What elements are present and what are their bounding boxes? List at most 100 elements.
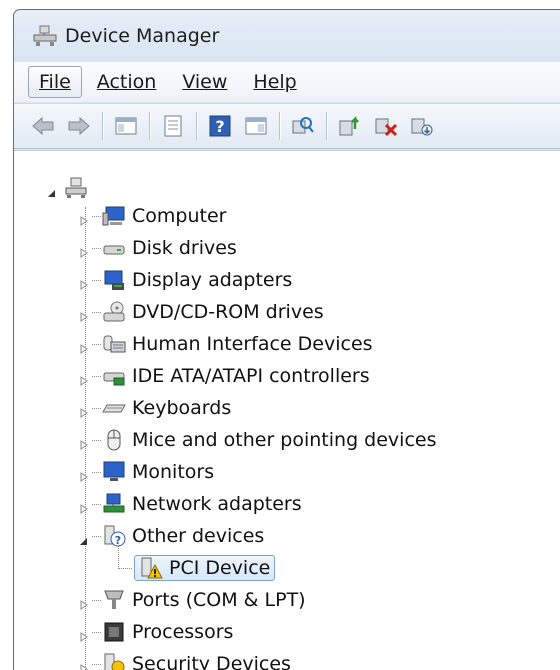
expand-triangle-icon[interactable] xyxy=(78,466,90,482)
expand-triangle-icon[interactable] xyxy=(78,402,90,418)
device-manager-window: Device Manager File Action View Help ? C… xyxy=(13,9,560,670)
properties-icon[interactable] xyxy=(160,113,186,139)
tree-guide-line xyxy=(92,344,101,345)
svg-text:?: ? xyxy=(115,534,121,547)
tree-root[interactable] xyxy=(46,173,94,203)
menu-view-label: View xyxy=(182,71,228,93)
toolbar-separator xyxy=(196,112,197,140)
ide-controller-icon xyxy=(102,364,126,388)
tree-guide-line xyxy=(92,280,101,281)
collapse-triangle-icon[interactable] xyxy=(78,530,90,545)
expand-triangle-icon[interactable] xyxy=(78,594,90,610)
tree-item-computer[interactable]: Computer xyxy=(78,201,226,231)
tree-item-network-adapters[interactable]: Network adapters xyxy=(78,489,302,519)
tree-item-label: PCI Device xyxy=(169,557,271,579)
expand-triangle-icon[interactable] xyxy=(78,338,90,354)
security-device-icon xyxy=(102,652,126,670)
tree-item-processors[interactable]: Processors xyxy=(78,617,233,647)
window-title: Device Manager xyxy=(65,25,220,47)
unknown-device-icon: ? xyxy=(102,524,126,548)
expand-triangle-icon[interactable] xyxy=(78,370,90,386)
tree-guide-line xyxy=(92,440,101,441)
network-adapter-icon xyxy=(102,492,126,516)
tree-item-disk-drives[interactable]: Disk drives xyxy=(78,233,237,263)
action-pane-icon[interactable] xyxy=(243,113,269,139)
menu-help-label: Help xyxy=(253,71,297,93)
tree-guide-line xyxy=(92,216,101,217)
mouse-icon xyxy=(102,428,126,452)
computer-network-icon xyxy=(64,176,88,200)
toolbar-separator xyxy=(149,112,150,140)
keyboard-icon xyxy=(102,396,126,420)
expand-triangle-icon[interactable] xyxy=(78,434,90,450)
tree-item-human-interface-devices[interactable]: Human Interface Devices xyxy=(78,329,373,359)
tree-item-security-devices[interactable]: Security Devices xyxy=(78,649,291,670)
tree-item-pci-device[interactable]: PCI Device xyxy=(118,553,276,583)
tree-guide-line xyxy=(118,568,132,569)
menu-bar: File Action View Help xyxy=(14,62,560,102)
tree-guide-line xyxy=(92,632,101,633)
device-tree[interactable]: Computer Disk drives Display adapters DV… xyxy=(14,150,560,670)
tree-guide-line xyxy=(92,472,101,473)
port-icon xyxy=(102,588,126,612)
tree-item-label: DVD/CD-ROM drives xyxy=(132,301,324,323)
monitor-icon xyxy=(102,460,126,484)
tree-item-ports[interactable]: Ports (COM & LPT) xyxy=(78,585,306,615)
menu-help[interactable]: Help xyxy=(242,66,307,98)
tree-item-dvd-drives[interactable]: DVD/CD-ROM drives xyxy=(78,297,324,327)
warning-device-icon xyxy=(139,556,163,580)
tree-item-other-devices[interactable]: ? Other devices xyxy=(78,521,264,551)
menu-action-label: Action xyxy=(96,71,157,93)
dvd-drive-icon xyxy=(102,300,126,324)
tree-item-display-adapters[interactable]: Display adapters xyxy=(78,265,292,295)
tree-guide-line xyxy=(92,408,101,409)
expand-triangle-icon[interactable] xyxy=(78,498,90,514)
tree-guide-line xyxy=(92,248,101,249)
help-icon[interactable]: ? xyxy=(207,113,233,139)
tree-item-label: IDE ATA/ATAPI controllers xyxy=(132,365,370,387)
tree-item-label: Security Devices xyxy=(132,653,291,670)
uninstall-icon[interactable] xyxy=(373,113,399,139)
tree-guide-line xyxy=(92,376,101,377)
update-driver-icon[interactable] xyxy=(337,113,363,139)
tree-guide-line xyxy=(92,536,101,537)
tree-item-label: Ports (COM & LPT) xyxy=(132,589,306,611)
tree-guide-line xyxy=(92,664,101,665)
menu-action[interactable]: Action xyxy=(86,66,168,98)
tree-guide-line xyxy=(92,312,101,313)
toolbar-separator xyxy=(102,112,103,140)
tree-item-keyboards[interactable]: Keyboards xyxy=(78,393,231,423)
forward-arrow-icon[interactable] xyxy=(66,113,92,139)
toolbar-separator xyxy=(279,112,280,140)
tree-item-monitors[interactable]: Monitors xyxy=(78,457,214,487)
show-hide-console-tree-icon[interactable] xyxy=(113,113,139,139)
collapse-triangle-icon[interactable] xyxy=(46,182,58,197)
selection-highlight: PCI Device xyxy=(134,555,276,581)
processor-icon xyxy=(102,620,126,644)
title-bar[interactable]: Device Manager xyxy=(14,10,560,62)
expand-triangle-icon[interactable] xyxy=(78,242,90,258)
expand-triangle-icon[interactable] xyxy=(78,306,90,322)
tree-item-ide-controllers[interactable]: IDE ATA/ATAPI controllers xyxy=(78,361,370,391)
tree-item-label: Other devices xyxy=(132,525,265,547)
menu-file[interactable]: File xyxy=(28,66,82,98)
tree-item-label: Network adapters xyxy=(132,493,302,515)
svg-text:?: ? xyxy=(215,117,224,136)
expand-triangle-icon[interactable] xyxy=(78,626,90,642)
scan-hardware-icon[interactable] xyxy=(290,113,316,139)
device-manager-icon xyxy=(32,25,58,47)
toolbar-separator xyxy=(326,112,327,140)
tree-item-label: Keyboards xyxy=(132,397,232,419)
expand-triangle-icon[interactable] xyxy=(78,658,90,670)
computer-icon xyxy=(102,204,126,228)
tree-guide-line xyxy=(92,504,101,505)
disable-device-icon[interactable] xyxy=(409,113,435,139)
expand-triangle-icon[interactable] xyxy=(78,210,90,226)
menu-view[interactable]: View xyxy=(171,66,238,98)
expand-triangle-icon[interactable] xyxy=(78,274,90,290)
back-arrow-icon[interactable] xyxy=(30,113,56,139)
disk-drive-icon xyxy=(102,236,126,260)
tree-item-mice[interactable]: Mice and other pointing devices xyxy=(78,425,436,455)
menu-file-label: File xyxy=(39,71,71,93)
tree-item-label: Computer xyxy=(132,205,227,227)
